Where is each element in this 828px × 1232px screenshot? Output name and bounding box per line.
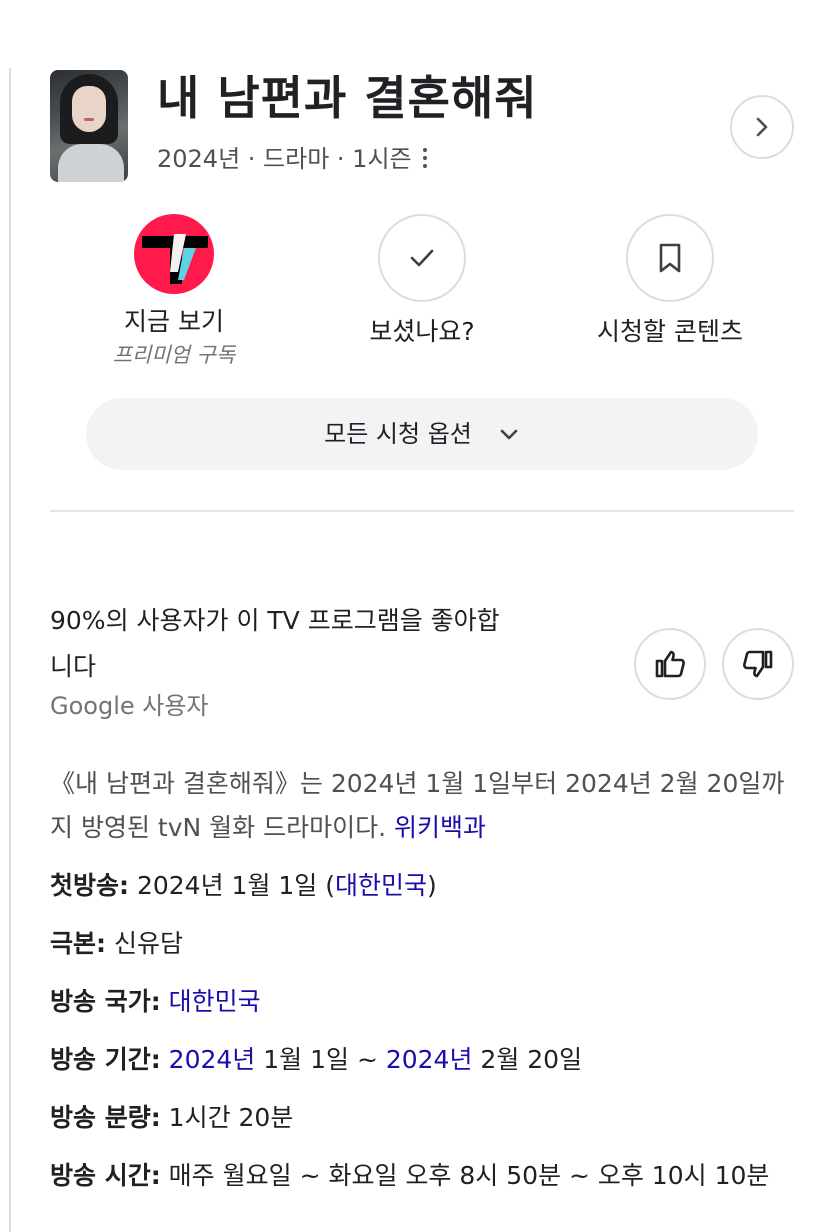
chevron-down-icon	[500, 429, 518, 440]
watch-now-label: 지금 보기	[124, 307, 224, 336]
fact-writer: 극본: 신유담	[50, 929, 183, 958]
rating-text: 90%의 사용자가 이 TV 프로그램을 좋아합니다	[50, 606, 500, 681]
chevron-right-icon	[756, 117, 768, 137]
fact-value: 1월 1일 ~	[255, 1045, 386, 1074]
meta-text: 2024년 · 드라마 · 1시즌	[157, 145, 412, 173]
fact-value: 2024년 1월 1일 (	[136, 871, 335, 900]
section-divider	[50, 510, 794, 512]
fact-label: 첫방송	[50, 871, 120, 900]
more-vert-icon[interactable]	[422, 146, 428, 170]
next-button[interactable]	[730, 95, 794, 159]
country-link[interactable]: 대한민국	[169, 987, 261, 1016]
all-watch-options-label: 모든 시청 옵션	[324, 420, 472, 448]
tving-logo	[134, 214, 214, 294]
thumbs-up-icon	[655, 650, 685, 678]
all-watch-options-button[interactable]: 모든 시청 옵션	[86, 398, 758, 470]
fact-schedule: 방송 시간: 매주 월요일 ~ 화요일 오후 8시 50분 ~ 오후 10시 1…	[50, 1161, 770, 1190]
poster-image[interactable]	[50, 70, 128, 182]
dislike-button[interactable]	[722, 628, 794, 700]
fact-value: 1시간 20분	[168, 1103, 294, 1132]
watch-now-sublabel: 프리미엄 구독	[112, 343, 236, 367]
year-link[interactable]: 2024년	[386, 1045, 473, 1074]
fact-label: 방송 시간	[50, 1161, 151, 1190]
title-meta: 2024년 · 드라마 · 1시즌	[157, 143, 428, 175]
fact-label: 방송 분량	[50, 1103, 151, 1132]
fact-runtime: 방송 분량: 1시간 20분	[50, 1103, 294, 1132]
watch-now-action[interactable]: 지금 보기 프리미엄 구독	[54, 212, 294, 370]
watchlist-button[interactable]	[626, 214, 714, 302]
fact-suffix: )	[427, 871, 437, 900]
fact-label: 방송 기간	[50, 1045, 151, 1074]
title-header: 내 남편과 결혼해줘 2024년 · 드라마 · 1시즌	[50, 70, 794, 182]
watch-actions: 지금 보기 프리미엄 구독 보셨나요? 시청할 콘텐츠	[0, 212, 828, 382]
fact-value: 매주 월요일 ~ 화요일 오후 8시 50분 ~ 오후 10시 10분	[168, 1161, 770, 1190]
watched-button[interactable]	[378, 214, 466, 302]
wikipedia-link[interactable]: 위키백과	[394, 813, 486, 842]
bookmark-icon	[659, 243, 681, 273]
year-link[interactable]: 2024년	[169, 1045, 256, 1074]
facts-list: 첫방송: 2024년 1월 1일 (대한민국) 극본: 신유담 방송 국가: 대…	[50, 864, 810, 1212]
fact-value: 2월 20일	[472, 1045, 583, 1074]
watchlist-action[interactable]: 시청할 콘텐츠	[550, 212, 790, 348]
fact-label: 방송 국가	[50, 987, 151, 1016]
fact-period: 방송 기간: 2024년 1월 1일 ~ 2024년 2월 20일	[50, 1045, 583, 1074]
like-button[interactable]	[634, 628, 706, 700]
thumbs-down-icon	[743, 650, 773, 678]
rating-source: Google 사용자	[50, 692, 209, 720]
country-link[interactable]: 대한민국	[335, 871, 427, 900]
fact-value: 신유담	[113, 929, 183, 958]
watched-action[interactable]: 보셨나요?	[302, 212, 542, 348]
watched-label: 보셨나요?	[369, 317, 475, 346]
fact-label: 극본	[50, 929, 97, 958]
fact-country: 방송 국가: 대한민국	[50, 987, 261, 1016]
fact-first-air: 첫방송: 2024년 1월 1일 (대한민국)	[50, 871, 437, 900]
description: 《내 남편과 결혼해줘》는 2024년 1월 1일부터 2024년 2월 20일…	[50, 762, 798, 850]
audience-rating: 90%의 사용자가 이 TV 프로그램을 좋아합니다 Google 사용자	[50, 598, 794, 728]
check-icon	[410, 249, 434, 267]
page-title: 내 남편과 결혼해줘	[157, 71, 538, 125]
watchlist-label: 시청할 콘텐츠	[597, 317, 743, 346]
